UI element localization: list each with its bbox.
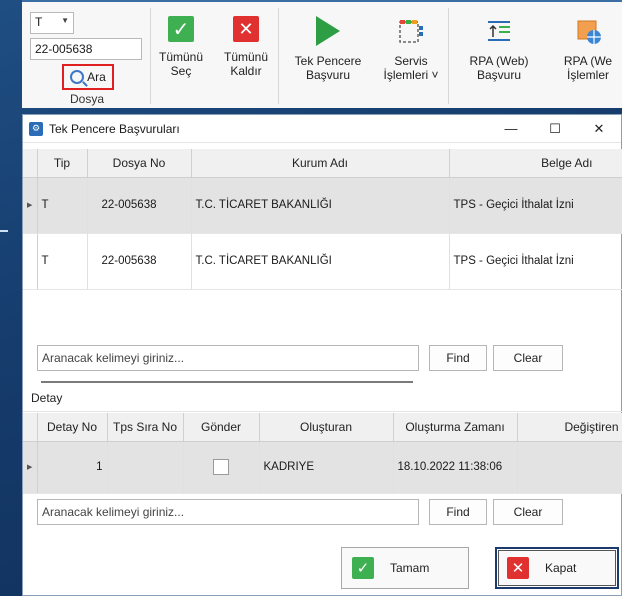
select-all-label: Tümünü Seç	[158, 50, 204, 78]
row-indicator-arrow-icon: ▶	[23, 441, 38, 494]
divider	[23, 411, 622, 412]
clear-button[interactable]: Clear	[493, 499, 563, 525]
cell-kurum-adi: T.C. TİCARET BAKANLIĞI	[191, 177, 450, 234]
cell-olusturma-zamani: 18.10.2022 11:38:06	[393, 441, 518, 494]
table-header-row: Tip Dosya No Kurum Adı Belge Adı	[23, 149, 622, 178]
find-button[interactable]: Find	[429, 499, 487, 525]
column-header-detay-no[interactable]: Detay No	[37, 413, 108, 442]
detay-table: Detay No Tps Sıra No Gönder Oluşturan Ol…	[23, 413, 622, 494]
ribbon-separator	[278, 8, 279, 104]
dosya-group-label: Dosya	[69, 92, 104, 106]
close-button[interactable]: ✕	[577, 121, 621, 137]
clear-button[interactable]: Clear	[493, 345, 563, 371]
column-header-degistiren[interactable]: Değiştiren	[517, 413, 622, 442]
type-combo[interactable]: T ▼	[30, 12, 74, 34]
chevron-down-icon: ▼	[61, 16, 69, 25]
cell-degistiren	[517, 441, 622, 494]
document-number-field[interactable]: 22-005638	[30, 38, 142, 60]
search-button[interactable]: Ara	[62, 64, 114, 90]
desktop-background-mark	[0, 230, 8, 232]
search-bar-bottom: Aranacak kelimeyi giriniz... Find Clear	[37, 499, 617, 525]
select-all-button[interactable]: ✓ Tümünü Seç	[156, 8, 206, 104]
cell-gonder	[183, 441, 260, 494]
cell-detay-no: 1	[37, 441, 108, 494]
search-input[interactable]: Aranacak kelimeyi giriniz...	[37, 499, 419, 525]
column-header-tip[interactable]: Tip	[37, 149, 88, 178]
dosya-group: T ▼ 22-005638 Ara Dosya	[26, 8, 148, 108]
rpa-upload-icon	[484, 16, 514, 46]
ok-button[interactable]: ✓ Tamam	[341, 547, 469, 589]
rpa-web-islemler-label: RPA (We İşlemler	[563, 54, 613, 82]
column-header-olusturan[interactable]: Oluşturan	[259, 413, 394, 442]
gonder-checkbox[interactable]	[213, 459, 229, 475]
ribbon-separator	[150, 8, 151, 104]
search-icon	[70, 70, 85, 84]
close-dialog-button[interactable]: ✕ Kapat	[495, 547, 619, 589]
minimize-button[interactable]: —	[489, 121, 533, 136]
table-row[interactable]: T 22-005638 T.C. TİCARET BAKANLIĞI TPS -…	[23, 233, 622, 290]
cell-belge-adi: TPS - Geçici İthalat İzni	[449, 233, 622, 290]
cell-tip: T	[37, 233, 88, 290]
row-indicator-header	[23, 149, 38, 178]
search-bar-top: Aranacak kelimeyi giriniz... Find Clear	[37, 345, 617, 371]
rpa-web-basvuru-button[interactable]: RPA (Web) Başvuru	[458, 8, 540, 104]
check-icon: ✓	[168, 16, 194, 42]
cell-tip: T	[37, 177, 88, 234]
tek-pencere-button[interactable]: Tek Pencere Başvuru	[288, 8, 368, 104]
cell-olusturan: KADRIYE	[259, 441, 394, 494]
table-row[interactable]: ▶ 1 KADRIYE 18.10.2022 11:38:06	[23, 441, 622, 494]
detay-section-label: Detay	[31, 391, 63, 405]
column-header-gonder[interactable]: Gönder	[183, 413, 260, 442]
find-button[interactable]: Find	[429, 345, 487, 371]
deselect-all-label: Tümünü Kaldır	[223, 50, 269, 78]
check-icon: ✓	[352, 557, 374, 579]
table-header-row: Detay No Tps Sıra No Gönder Oluşturan Ol…	[23, 413, 622, 442]
type-combo-value: T	[35, 15, 43, 29]
play-icon	[313, 16, 343, 46]
table-row[interactable]: ▶ T 22-005638 T.C. TİCARET BAKANLIĞI TPS…	[23, 177, 622, 234]
dialog-titlebar: ⚙ Tek Pencere Başvuruları — ☐ ✕	[23, 115, 621, 143]
column-header-tps-sira-no[interactable]: Tps Sıra No	[107, 413, 184, 442]
cell-belge-adi: TPS - Geçici İthalat İzni	[449, 177, 622, 234]
ribbon-separator	[448, 8, 449, 104]
x-icon: ✕	[507, 557, 529, 579]
row-indicator-header	[23, 413, 38, 442]
search-input[interactable]: Aranacak kelimeyi giriniz...	[37, 345, 419, 371]
column-header-kurum-adi[interactable]: Kurum Adı	[191, 149, 450, 178]
column-header-olusturma-zamani[interactable]: Oluşturma Zamanı	[393, 413, 518, 442]
maximize-button[interactable]: ☐	[533, 121, 577, 137]
servis-icon	[396, 16, 426, 46]
dialog-title: Tek Pencere Başvuruları	[49, 121, 180, 136]
deselect-all-button[interactable]: ✕ Tümünü Kaldır	[220, 8, 272, 104]
x-icon: ✕	[233, 16, 259, 42]
tek-pencere-label: Tek Pencere Başvuru	[294, 54, 362, 82]
row-indicator	[23, 233, 38, 290]
rpa-web-islemler-button[interactable]: RPA (We İşlemler	[554, 8, 622, 104]
row-indicator-arrow-icon: ▶	[23, 177, 38, 234]
servis-label: Servis İşlemleri ˅	[383, 54, 439, 82]
tek-pencere-dialog: ⚙ Tek Pencere Başvuruları — ☐ ✕ Tip Dosy…	[22, 114, 622, 596]
column-header-belge-adi[interactable]: Belge Adı	[449, 149, 622, 178]
splitter-line[interactable]	[41, 381, 413, 383]
column-header-dosya-no[interactable]: Dosya No	[87, 149, 192, 178]
cell-dosya-no: 22-005638	[87, 233, 192, 290]
close-dialog-button-label: Kapat	[545, 561, 577, 575]
ok-button-label: Tamam	[390, 561, 430, 575]
cell-dosya-no: 22-005638	[87, 177, 192, 234]
rpa-web-basvuru-label: RPA (Web) Başvuru	[469, 54, 529, 82]
servis-menu-button[interactable]: Servis İşlemleri ˅	[378, 8, 444, 104]
ribbon-toolbar: T ▼ 22-005638 Ara Dosya ✓ Tümünü Seç ✕ T…	[22, 0, 622, 108]
applications-table: Tip Dosya No Kurum Adı Belge Adı ▶ T 22-…	[23, 149, 622, 290]
rpa-globe-icon	[573, 16, 603, 46]
search-button-label: Ara	[87, 70, 106, 84]
app-gear-icon: ⚙	[29, 121, 43, 136]
cell-kurum-adi: T.C. TİCARET BAKANLIĞI	[191, 233, 450, 290]
cell-tps-sira-no	[107, 441, 184, 494]
